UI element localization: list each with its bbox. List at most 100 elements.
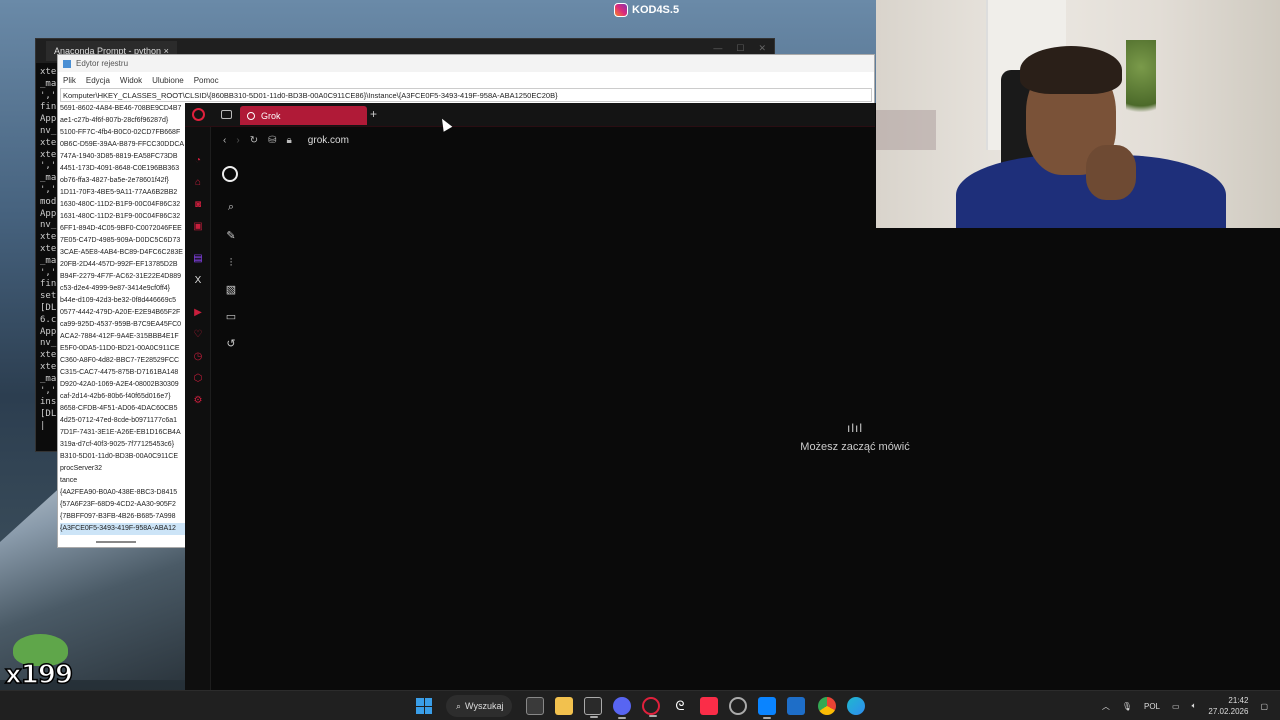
bookmarks-icon[interactable]: ♡ xyxy=(192,329,204,341)
registry-key-item[interactable]: ob76-ffa3-4827-ba5e-2e78601f42f} xyxy=(60,175,186,187)
opera-logo-icon[interactable] xyxy=(192,108,205,121)
registry-titlebar[interactable]: Edytor rejestru xyxy=(58,55,874,72)
notification-icon[interactable]: ▢ xyxy=(1260,702,1268,711)
search-icon[interactable]: ⌕ xyxy=(224,200,238,214)
registry-key-item[interactable]: 319a-d7cf-40f3-9025-7f77125453c6} xyxy=(60,439,186,451)
registry-scrollbar[interactable] xyxy=(96,541,136,543)
registry-key-item[interactable]: 3CAE-A5E8-4AB4-BC89-D4FC6C283E xyxy=(60,247,186,259)
vscode-icon[interactable] xyxy=(787,697,805,715)
registry-key-item[interactable]: 5691-8602-4A84-BE46-708BE9CD4B7 xyxy=(60,103,186,115)
registry-key-item[interactable]: 1631-480C-11D2-B1F9-00C04F86C32 xyxy=(60,211,186,223)
registry-key-item[interactable]: 7D1F-7431-3E1E-A26E-EB1D16CB4A xyxy=(60,427,186,439)
registry-key-item[interactable]: B94F-2279-4F7F-AC62-31E22E4D889 xyxy=(60,271,186,283)
back-icon[interactable]: ‹ xyxy=(223,135,226,146)
discord-icon[interactable] xyxy=(613,697,631,719)
registry-key-item[interactable]: C360-A8F0-4d82-BBC7-7E28529FCC xyxy=(60,355,186,367)
microphone-icon[interactable]: 🎙︎ xyxy=(1122,702,1132,711)
file-explorer-icon[interactable] xyxy=(555,697,573,715)
url-text[interactable]: grok.com xyxy=(308,135,349,146)
chrome-icon[interactable] xyxy=(818,697,836,715)
registry-key-item[interactable]: 0577-4442-479D-A20E-E2E94B65F2F xyxy=(60,307,186,319)
projects-icon[interactable]: ▭ xyxy=(224,310,238,324)
registry-key-item[interactable]: {7BBFF097-B3FB-4B26-B685-7A998 xyxy=(60,511,186,523)
opera-taskbar-icon[interactable] xyxy=(642,697,660,717)
twitch-icon[interactable]: ▤ xyxy=(192,253,204,265)
app-blue-icon[interactable] xyxy=(758,697,776,719)
registry-key-item[interactable]: D920-42A0-1069-A2E4-08002B30309 xyxy=(60,379,186,391)
instagram-sidebar-icon[interactable]: ◙ xyxy=(192,199,204,211)
terminal-taskbar-icon[interactable] xyxy=(584,697,602,718)
settings-icon[interactable]: ⚙ xyxy=(192,395,204,407)
task-view-icon[interactable] xyxy=(526,697,544,715)
registry-menu-item[interactable]: Edycja xyxy=(86,76,110,85)
registry-key-item[interactable]: tance xyxy=(60,475,186,487)
clock[interactable]: 21:42 27.02.2026 xyxy=(1208,695,1248,717)
registry-key-item[interactable]: 747A-1940-3D85-8819-EA58FC73DB xyxy=(60,151,186,163)
registry-key-item[interactable]: 4451-173D-4091-8648-C0E196BB363 xyxy=(60,163,186,175)
registry-key-item[interactable]: ACA2-7884-412F-9A4E-315BBB4E1F xyxy=(60,331,186,343)
registry-key-item[interactable]: 5100-FF7C-4fb4-B0C0-02CD7FB668F xyxy=(60,127,186,139)
close-icon[interactable]: ✕ xyxy=(758,43,766,54)
registry-menu-item[interactable]: Ulubione xyxy=(152,76,184,85)
voice-icon[interactable]: ⫶ xyxy=(224,256,238,270)
registry-key-item[interactable]: 8658-CFDB-4F51-AD06-4DAC60CB5 xyxy=(60,403,186,415)
network-icon[interactable]: ▭ xyxy=(1172,702,1180,711)
registry-key-item[interactable]: 20FB-2D44-457D-992F-EF13785D2B xyxy=(60,259,186,271)
registry-key-item[interactable]: procServer32 xyxy=(60,463,186,475)
language-indicator[interactable]: POL xyxy=(1144,702,1160,711)
registry-key-item[interactable]: 4d25-0712-47ed-8cde-b0971177c6a1 xyxy=(60,415,186,427)
history-icon[interactable]: ◷ xyxy=(192,351,204,363)
new-chat-icon[interactable]: ✎ xyxy=(224,229,238,243)
edge-icon[interactable] xyxy=(847,697,865,715)
taskbar-search[interactable]: ⌕ Wyszukaj xyxy=(446,695,512,717)
history-chat-icon[interactable]: ↺ xyxy=(224,337,238,351)
registry-key-item[interactable]: 7E05-C47D-4985-909A-D0DC5C6D73 xyxy=(60,235,186,247)
registry-key-item[interactable]: {57A6F23F-68D9-4CD2-AA30-905F2 xyxy=(60,499,186,511)
new-tab-button[interactable]: + xyxy=(370,107,377,121)
registry-key-item[interactable]: ae1-c27b-4f6f-807b-28cf6f96287d} xyxy=(60,115,186,127)
registry-menu-item[interactable]: Widok xyxy=(120,76,142,85)
registry-key-item[interactable]: b44e-d109-42d3-be32-0f8d446669c5 xyxy=(60,295,186,307)
tab-grok[interactable]: Grok xyxy=(240,106,367,125)
registry-key-item[interactable]: c53-d2e4-4999-9e87-3414e9cf0ff4} xyxy=(60,283,186,295)
registry-key-item[interactable]: B310-5D01-11d0-BD3B-00A0C911CE xyxy=(60,451,186,463)
registry-key-item[interactable]: caf-2d14-42b6-80b6-f40f65d016e7} xyxy=(60,391,186,403)
chevron-up-icon[interactable]: ︿ xyxy=(1102,701,1110,712)
player-icon[interactable]: ▶ xyxy=(192,307,204,319)
messenger-icon[interactable]: ▣ xyxy=(192,221,204,233)
registry-menubar: Plik Edycja Widok Ulubione Pomoc xyxy=(58,72,874,88)
registry-key-tree[interactable]: 5691-8602-4A84-BE46-708BE9CD4B7 ae1-c27b-… xyxy=(58,103,186,535)
obs-icon[interactable] xyxy=(729,697,747,715)
reload-icon[interactable]: ↻ xyxy=(250,135,258,146)
music-icon[interactable] xyxy=(700,697,718,715)
registry-key-item[interactable]: E5F0-0DA5-11D0-BD21-00A0C911CE xyxy=(60,343,186,355)
volume-icon[interactable]: 🔈︎ xyxy=(1192,701,1197,711)
grok-logo-icon[interactable] xyxy=(222,166,238,182)
registry-key-item[interactable]: 6FF1-894D-4C05-9BF0-C0072046FEE xyxy=(60,223,186,235)
registry-key-item[interactable]: 0B6C-D59E-39AA-B879-FFCC30DDCA xyxy=(60,139,186,151)
forward-icon[interactable]: › xyxy=(236,135,239,146)
extensions-icon[interactable]: ⬡ xyxy=(192,373,204,385)
registry-key-item[interactable]: 1630-480C-11D2-B1F9-00C04F86C32 xyxy=(60,199,186,211)
registry-key-item[interactable]: {A3FCE0F5-3493-419F-958A-ABA12 xyxy=(60,523,186,535)
registry-key-item[interactable]: ca99-925D-4537-959B-B7C9EA45FC0 xyxy=(60,319,186,331)
imagine-icon[interactable]: ▧ xyxy=(224,283,238,297)
registry-key-item[interactable]: C315-CAC7-4475-875B-D7161BA148 xyxy=(60,367,186,379)
workspaces-icon[interactable] xyxy=(221,110,232,119)
maximize-icon[interactable]: ☐ xyxy=(736,43,744,54)
aria-icon[interactable]: ⌂ xyxy=(192,177,204,189)
taskbar-search-label: Wyszukaj xyxy=(465,701,504,711)
registry-key-item[interactable]: {4A2FEA90-B0A0-438E-8BC3-D8415 xyxy=(60,487,186,499)
start-button[interactable] xyxy=(416,698,432,714)
browser-tabbar: Grok + xyxy=(185,103,875,127)
registry-menu-item[interactable]: Plik xyxy=(63,76,76,85)
capcut-icon[interactable]: ᘓ xyxy=(671,697,689,715)
address-bar[interactable]: ‹ › ↻ ⛁ 🔒︎ grok.com xyxy=(211,127,875,153)
minimize-icon[interactable]: — xyxy=(713,43,722,54)
x-twitter-icon[interactable]: X xyxy=(192,275,204,287)
site-settings-icon[interactable]: ⛁ xyxy=(268,135,276,146)
registry-address-bar[interactable]: Komputer\HKEY_CLASSES_ROOT\CLSID\{860BB3… xyxy=(60,88,872,102)
registry-key-item[interactable]: 1D11-70F3-4BE5-9A11-77AA6B2BB2 xyxy=(60,187,186,199)
registry-menu-item[interactable]: Pomoc xyxy=(194,76,219,85)
speed-dial-icon[interactable]: ◔ xyxy=(192,155,204,167)
